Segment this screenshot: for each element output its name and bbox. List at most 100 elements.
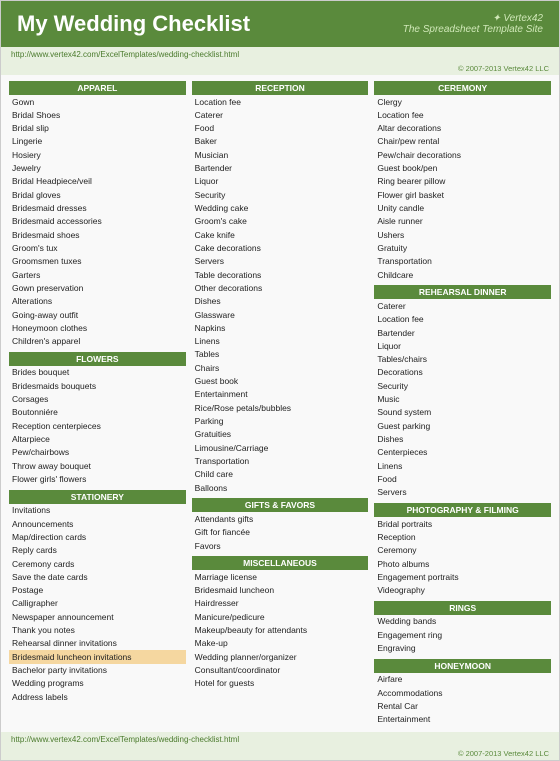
list-item: Napkins bbox=[192, 321, 369, 334]
section-header-1-1: GIFTS & FAVORS bbox=[192, 498, 369, 512]
list-item: Unity candle bbox=[374, 202, 551, 215]
list-item: Consultant/coordinator bbox=[192, 664, 369, 677]
section-header-2-2: PHOTOGRAPHY & FILMING bbox=[374, 503, 551, 517]
list-item: Servers bbox=[192, 255, 369, 268]
list-item: Altar decorations bbox=[374, 122, 551, 135]
list-item: Entertainment bbox=[192, 388, 369, 401]
list-item: Gratuities bbox=[192, 428, 369, 441]
list-item: Guest book bbox=[192, 375, 369, 388]
list-item: Photo albums bbox=[374, 557, 551, 570]
list-item: Rental Car bbox=[374, 700, 551, 713]
list-item: Invitations bbox=[9, 504, 186, 517]
list-item: Wedding programs bbox=[9, 677, 186, 690]
list-item: Airfare bbox=[374, 673, 551, 686]
list-item: Marriage license bbox=[192, 570, 369, 583]
list-item: Bridal gloves bbox=[9, 188, 186, 201]
list-item: Parking bbox=[192, 415, 369, 428]
list-item: Corsages bbox=[9, 393, 186, 406]
section-header-0-1: FLOWERS bbox=[9, 352, 186, 366]
url-top: http://www.vertex42.com/ExcelTemplates/w… bbox=[1, 47, 559, 62]
list-item: Bartender bbox=[374, 326, 551, 339]
column-2: RECEPTIONLocation feeCatererFoodBakerMus… bbox=[192, 81, 369, 726]
list-item: Servers bbox=[374, 486, 551, 499]
list-item: Bridal Headpiece/veil bbox=[9, 175, 186, 188]
page: My Wedding Checklist ✦ Vertex42 The Spre… bbox=[0, 0, 560, 761]
list-item: Bridal portraits bbox=[374, 517, 551, 530]
section-header-1-2: MISCELLANEOUS bbox=[192, 556, 369, 570]
list-item: Announcements bbox=[9, 517, 186, 530]
list-item: Glassware bbox=[192, 308, 369, 321]
section-header-1-0: RECEPTION bbox=[192, 81, 369, 95]
list-item: Decorations bbox=[374, 366, 551, 379]
list-item: Groomsmen tuxes bbox=[9, 255, 186, 268]
list-item: Bridesmaid accessories bbox=[9, 215, 186, 228]
list-item: Manicure/pedicure bbox=[192, 610, 369, 623]
list-item: Location fee bbox=[374, 108, 551, 121]
list-item: Ceremony cards bbox=[9, 557, 186, 570]
list-item: Linens bbox=[192, 335, 369, 348]
list-item: Alterations bbox=[9, 295, 186, 308]
list-item: Guest parking bbox=[374, 419, 551, 432]
list-item: Going-away outfit bbox=[9, 308, 186, 321]
list-item: Cake decorations bbox=[192, 241, 369, 254]
list-item: Dishes bbox=[192, 295, 369, 308]
list-item: Chair/pew rental bbox=[374, 135, 551, 148]
list-item: Linens bbox=[374, 459, 551, 472]
list-item: Caterer bbox=[192, 108, 369, 121]
list-item: Bridal slip bbox=[9, 122, 186, 135]
list-item: Caterer bbox=[374, 299, 551, 312]
list-item: Dishes bbox=[374, 433, 551, 446]
list-item: Jewelry bbox=[9, 162, 186, 175]
list-item: Flower girl basket bbox=[374, 188, 551, 201]
list-item: Bridesmaids bouquets bbox=[9, 379, 186, 392]
list-item: Bridesmaid luncheon invitations bbox=[9, 650, 186, 663]
list-item: Rehearsal dinner invitations bbox=[9, 637, 186, 650]
list-item: Ceremony bbox=[374, 544, 551, 557]
column-1: APPARELGownBridal ShoesBridal slipLinger… bbox=[9, 81, 186, 726]
list-item: Calligrapher bbox=[9, 597, 186, 610]
list-item: Sound system bbox=[374, 406, 551, 419]
list-item: Engagement ring bbox=[374, 628, 551, 641]
section-header-2-3: RINGS bbox=[374, 601, 551, 615]
list-item: Child care bbox=[192, 468, 369, 481]
list-item: Gown preservation bbox=[9, 281, 186, 294]
section-header-2-0: CEREMONY bbox=[374, 81, 551, 95]
list-item: Groom's cake bbox=[192, 215, 369, 228]
list-item: Address labels bbox=[9, 690, 186, 703]
list-item: Videography bbox=[374, 584, 551, 597]
list-item: Table decorations bbox=[192, 268, 369, 281]
list-item: Makeup/beauty for attendants bbox=[192, 624, 369, 637]
list-item: Flower girls' flowers bbox=[9, 472, 186, 485]
list-item: Accommodations bbox=[374, 686, 551, 699]
list-item: Location fee bbox=[192, 95, 369, 108]
list-item: Reception centerpieces bbox=[9, 419, 186, 432]
list-item: Attendants gifts bbox=[192, 512, 369, 525]
section-header-0-2: STATIONERY bbox=[9, 490, 186, 504]
list-item: Transportation bbox=[374, 255, 551, 268]
logo: ✦ Vertex42 The Spreadsheet Template Site bbox=[403, 13, 543, 35]
list-item: Pew/chair decorations bbox=[374, 148, 551, 161]
list-item: Food bbox=[374, 472, 551, 485]
list-item: Gown bbox=[9, 95, 186, 108]
list-item: Engagement portraits bbox=[374, 570, 551, 583]
list-item: Childcare bbox=[374, 268, 551, 281]
list-item: Tables/chairs bbox=[374, 353, 551, 366]
list-item: Rice/Rose petals/bubbles bbox=[192, 401, 369, 414]
list-item: Tables bbox=[192, 348, 369, 361]
list-item: Engraving bbox=[374, 642, 551, 655]
list-item: Wedding bands bbox=[374, 615, 551, 628]
list-item: Wedding planner/organizer bbox=[192, 650, 369, 663]
list-item: Bridesmaid luncheon bbox=[192, 584, 369, 597]
section-header-0-0: APPAREL bbox=[9, 81, 186, 95]
list-item: Reception bbox=[374, 530, 551, 543]
list-item: Boutonniére bbox=[9, 406, 186, 419]
list-item: Hotel for guests bbox=[192, 677, 369, 690]
list-item: Lingerie bbox=[9, 135, 186, 148]
list-item: Map/direction cards bbox=[9, 530, 186, 543]
list-item: Bachelor party invitations bbox=[9, 664, 186, 677]
list-item: Cake knife bbox=[192, 228, 369, 241]
section-header-2-1: REHEARSAL DINNER bbox=[374, 285, 551, 299]
list-item: Hairdresser bbox=[192, 597, 369, 610]
list-item: Bridesmaid dresses bbox=[9, 202, 186, 215]
list-item: Hosiery bbox=[9, 148, 186, 161]
